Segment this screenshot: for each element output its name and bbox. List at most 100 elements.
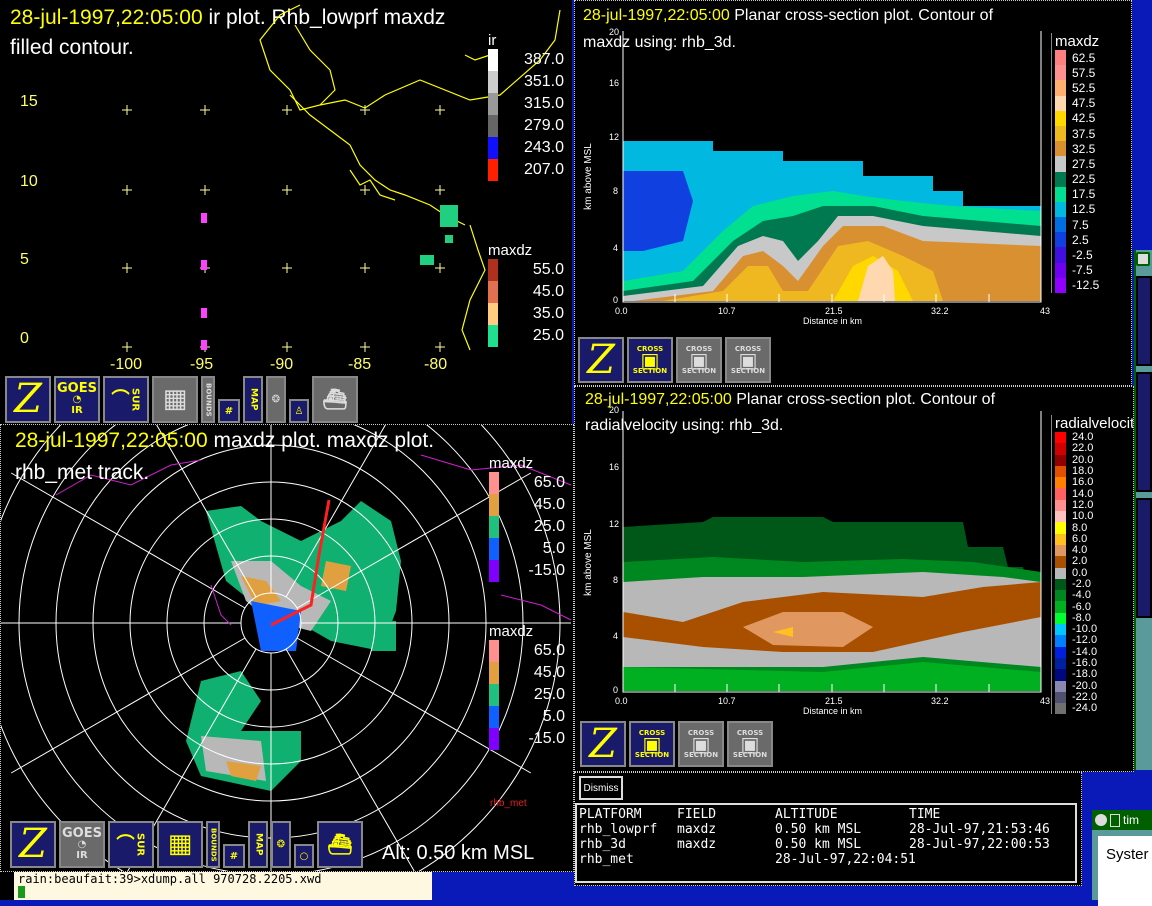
maxdz-legend: maxdz 55.0 45.0 35.0 25.0 <box>488 242 564 347</box>
ir-map[interactable] <box>0 0 572 374</box>
dismiss-button[interactable]: Dismiss <box>579 776 623 800</box>
cell <box>677 852 775 867</box>
grid-button[interactable]: ▦ <box>157 821 203 868</box>
ship-icons <box>201 213 207 350</box>
sur-button[interactable]: ⌒ SUR <box>103 376 149 423</box>
cross-section-button-3[interactable]: CROSS ▣ SECTION <box>725 337 771 383</box>
zeb-button[interactable]: Z <box>578 337 624 383</box>
cross-section-button-2[interactable]: CROSS ▣ SECTION <box>678 721 724 767</box>
grid-radar-icon: ▦ <box>167 829 193 859</box>
grid-marker <box>200 105 210 115</box>
section-label: SECTION <box>732 750 768 759</box>
rings-button[interactable]: ❂ <box>266 376 286 423</box>
legend-swatch <box>1055 567 1066 579</box>
legend-swatch <box>1055 499 1066 512</box>
section-label: SECTION <box>634 750 670 759</box>
ship-button[interactable]: ⛴ <box>312 376 358 423</box>
maxdz-legend: maxdz 65.0 45.0 25.0 5.0 -15.0 <box>489 455 565 582</box>
sur-button[interactable]: ⌒ SUR <box>108 821 154 868</box>
cross-section-button-2[interactable]: CROSS ▣ SECTION <box>676 337 722 383</box>
grid-button[interactable]: ▦ <box>152 376 198 423</box>
window-menu-icon[interactable] <box>1095 814 1107 826</box>
grid-marker <box>200 185 210 195</box>
y-tick: 12 <box>609 132 620 142</box>
legend-swatch <box>489 472 499 494</box>
cross-section-button-1[interactable]: CROSS ▣ SECTION <box>629 721 675 767</box>
x-tick: -80 <box>424 356 448 373</box>
zeb-button[interactable]: Z <box>5 376 51 423</box>
legend-swatch <box>489 560 499 582</box>
bounds-button[interactable]: BOUNDS <box>201 376 215 423</box>
legend-swatch <box>1055 262 1066 278</box>
legend-value: -12.0 <box>1072 634 1098 647</box>
x-tick: -100 <box>110 356 143 373</box>
grid-marker <box>282 342 292 352</box>
legend-swatch <box>1055 247 1066 263</box>
legend-swatch <box>1055 477 1066 489</box>
x-tick: 43 <box>1040 696 1051 706</box>
legend-swatch <box>1055 680 1066 692</box>
timer-window[interactable]: tim Syster <box>1092 810 1152 906</box>
grid-marker <box>282 185 292 195</box>
legend-swatch <box>1055 201 1066 218</box>
background-window[interactable] <box>1134 250 1152 770</box>
x-tick: 21.5 <box>825 696 843 706</box>
radar-plot-title-line2: rhb_met track. <box>15 461 150 484</box>
grid-small-button[interactable]: # <box>223 844 245 868</box>
ir-toolbar: Z GOES ◔ IR ⌒ SUR ▦ BOUNDS # MAP ❂ ♙ ⛴ <box>5 376 358 423</box>
legend-swatch <box>1055 95 1066 111</box>
y-tick: 16 <box>609 462 620 472</box>
grid-marker <box>282 105 292 115</box>
goes-ir-button[interactable]: GOES ◔ IR <box>54 376 100 423</box>
platform-table-frame: PLATFORM FIELD ALTITUDE TIME rhb_lowprf m… <box>575 803 1077 883</box>
legend-swatch <box>1055 522 1066 534</box>
bounds-button[interactable]: BOUNDS <box>206 821 220 868</box>
maxdz-contour-plot[interactable] <box>575 1 1132 386</box>
map-button[interactable]: MAP <box>243 376 263 423</box>
rings-button[interactable]: ❂ <box>271 821 291 868</box>
map-button[interactable]: MAP <box>248 821 268 868</box>
x-tick: -90 <box>270 356 294 373</box>
grid-marker <box>122 105 132 115</box>
y-tick: 0 <box>613 685 619 695</box>
grid-small-button[interactable]: # <box>218 399 240 423</box>
legend-entry: 42.5 <box>1055 110 1131 126</box>
y-tick: 15 <box>20 93 38 110</box>
legend-entry: 5.0 <box>489 706 565 728</box>
legend-entry: -7.5 <box>1055 262 1131 278</box>
section-label: SECTION <box>632 366 668 375</box>
legend-entry: 37.5 <box>1055 125 1131 142</box>
cross-section-button-3[interactable]: CROSS ▣ SECTION <box>727 721 773 767</box>
legend-entry: 65.0 <box>489 640 565 662</box>
window-iconify-icon[interactable] <box>1110 813 1120 827</box>
zeb-button[interactable]: Z <box>10 821 56 868</box>
y-tick: 10 <box>20 173 38 190</box>
xterm-window[interactable]: rain:beaufait:39>xdump.all 970728.2205.x… <box>0 872 432 900</box>
goes-ir-button[interactable]: GOES ◔ IR <box>59 821 105 868</box>
circle-button[interactable]: ○ <box>294 844 314 868</box>
legend-entry: 25.0 <box>489 516 565 538</box>
ship-button[interactable]: ⛴ <box>317 821 363 868</box>
xsection-toolbar: Z CROSS ▣ SECTION CROSS ▣ SECTION CROSS ▣ SECT… <box>580 721 773 767</box>
bounds-label: BOUNDS <box>204 382 213 417</box>
legend-swatch <box>1055 646 1066 658</box>
ir-legend: ir 387.0 351.0 315.0 279.0 243.0 207.0 <box>488 32 564 181</box>
grid-marker <box>122 185 132 195</box>
legend-entry: 7.5 <box>1055 217 1131 233</box>
range-rings-icon: ❂ <box>276 839 286 850</box>
legend-swatch <box>1055 556 1066 568</box>
legend-value: 315.0 <box>523 95 564 112</box>
side-panel <box>1136 276 1152 366</box>
buoy-button[interactable]: ♙ <box>289 399 309 423</box>
cross-section-button-1[interactable]: CROSS ▣ SECTION <box>627 337 673 383</box>
x-tick: 0.0 <box>615 696 628 706</box>
y-tick: 8 <box>613 186 619 196</box>
y-tick: 0 <box>20 330 29 347</box>
zeb-button[interactable]: Z <box>580 721 626 767</box>
legend-swatch <box>489 494 499 516</box>
legend-value: 25.0 <box>533 686 565 703</box>
legend-swatch <box>488 159 498 181</box>
radar-toolbar: Z GOES ◔ IR ⌒ SUR ▦ BOUNDS # MAP ❂ ○ ⛴ <box>10 821 363 868</box>
xterm-command-line: rain:beaufait:39>xdump.all 970728.2205.x… <box>18 872 322 886</box>
legend-entry: 24.0 <box>1055 432 1133 444</box>
